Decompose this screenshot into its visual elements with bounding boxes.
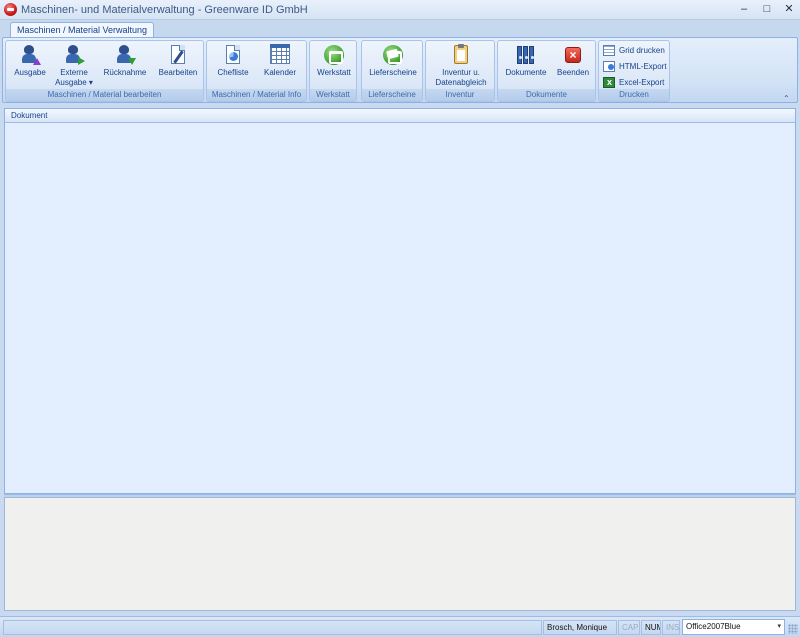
status-caps: CAPS (618, 620, 640, 635)
delivery-note-icon (382, 44, 404, 66)
ribbon: Ausgabe Externe Ausgabe ▾ Rücknahme Bear… (2, 37, 798, 103)
lieferscheine-button[interactable]: Lieferscheine (365, 44, 421, 78)
detail-panel (4, 497, 796, 611)
html-export-button[interactable]: HTML-Export (603, 59, 667, 74)
beenden-button[interactable]: × Beenden (554, 44, 592, 78)
status-ins: INS (662, 620, 680, 635)
minimize-button[interactable]: – (736, 2, 752, 17)
report-chart-icon (222, 44, 244, 66)
document-panel: Dokument (4, 108, 796, 494)
werkstatt-button[interactable]: Werkstatt (313, 44, 355, 78)
person-arrow-down-icon (114, 44, 136, 66)
group-maschinen-material-bearbeiten: Ausgabe Externe Ausgabe ▾ Rücknahme Bear… (5, 40, 204, 102)
title-bar: Maschinen- und Materialverwaltung - Gree… (0, 0, 800, 20)
group-lieferscheine: Lieferscheine Lieferscheine (361, 40, 423, 102)
calendar-icon (269, 44, 291, 66)
group-label: Lieferscheine (362, 89, 422, 101)
person-external-icon (63, 44, 85, 66)
theme-select[interactable]: Office2007Blue ▾ (682, 619, 785, 635)
status-user: Brosch, Monique (543, 620, 617, 635)
close-button[interactable]: ✕ (781, 2, 797, 17)
bearbeiten-button[interactable]: Bearbeiten (156, 44, 200, 78)
grid-drucken-button[interactable]: Grid drucken (603, 43, 665, 58)
window-title: Maschinen- und Materialverwaltung - Gree… (21, 4, 308, 16)
kalender-button[interactable]: Kalender (259, 44, 301, 78)
app-icon[interactable] (4, 3, 17, 16)
group-label: Drucken (599, 89, 669, 101)
binders-icon (515, 44, 537, 66)
ruecknahme-button[interactable]: Rücknahme (100, 44, 150, 78)
person-arrow-up-icon (19, 44, 41, 66)
clipboard-icon (450, 44, 472, 66)
chevron-down-icon[interactable]: ▾ (777, 620, 781, 634)
workshop-icon (323, 44, 345, 66)
chefliste-button[interactable]: Chefliste (213, 44, 253, 78)
group-maschinen-material-info: Chefliste Kalender Maschinen / Material … (206, 40, 307, 102)
group-label: Maschinen / Material Info (207, 89, 306, 101)
status-bar: Brosch, Monique CAPS NUM INS Office2007B… (0, 616, 800, 637)
inventur-datenabgleich-button[interactable]: Inventur u. Datenabgleich (429, 44, 493, 88)
excel-export-button[interactable]: Excel-Export (603, 75, 664, 90)
group-label: Maschinen / Material bearbeiten (6, 89, 203, 101)
externe-ausgabe-button[interactable]: Externe Ausgabe ▾ (52, 44, 96, 88)
ribbon-tab-strip: Maschinen / Material Verwaltung (0, 20, 800, 39)
resize-grip-icon[interactable] (788, 624, 798, 634)
status-num: NUM (641, 620, 661, 635)
group-label: Dokumente (498, 89, 595, 101)
group-label: Inventur (426, 89, 494, 101)
ausgabe-button[interactable]: Ausgabe (10, 44, 50, 78)
group-drucken: Grid drucken HTML-Export Excel-Export Dr… (598, 40, 670, 102)
status-main-pane (3, 620, 542, 635)
exit-icon: × (562, 44, 584, 66)
group-dokumente: Dokumente × Beenden Dokumente (497, 40, 596, 102)
group-werkstatt: Werkstatt Werkstatt (309, 40, 357, 102)
maximize-button[interactable]: □ (759, 2, 775, 17)
dokumente-button[interactable]: Dokumente (502, 44, 550, 78)
document-panel-header: Dokument (5, 109, 795, 123)
excel-export-icon (603, 75, 615, 90)
collapse-ribbon-icon[interactable]: ⌃ (783, 94, 790, 103)
html-export-icon (603, 61, 615, 72)
group-label: Werkstatt (310, 89, 356, 101)
group-inventur: Inventur u. Datenabgleich Inventur (425, 40, 495, 102)
edit-document-icon (167, 44, 189, 66)
grid-print-icon (603, 45, 615, 56)
